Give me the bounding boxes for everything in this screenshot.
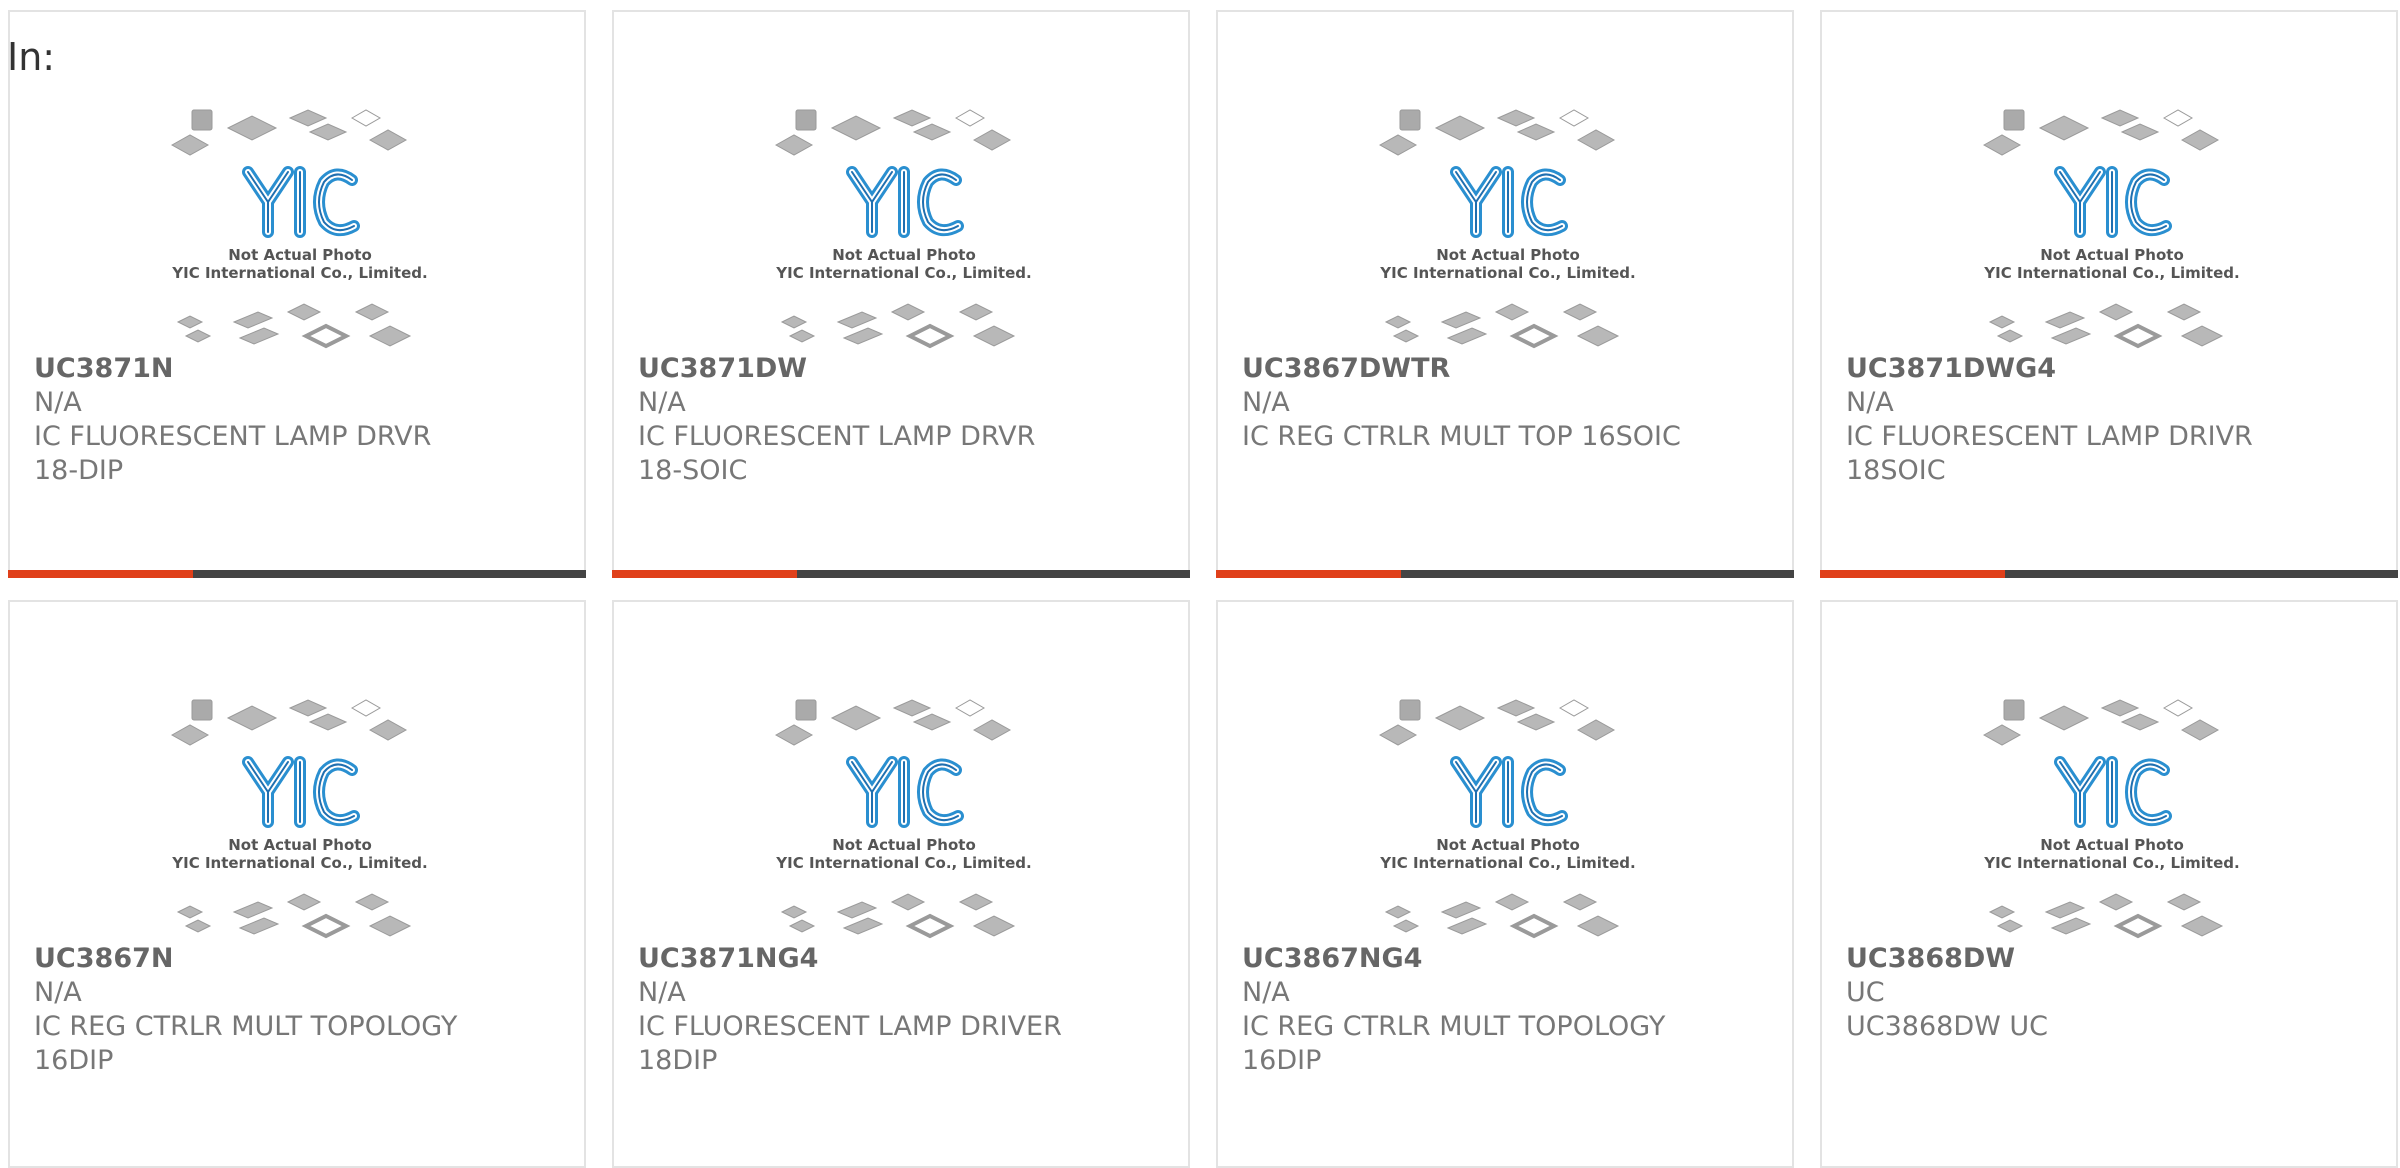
caption-company: YIC International Co., Limited. [775,854,1031,872]
placeholder-chip-illustration: Not Actual Photo YIC International Co., … [1982,699,2240,939]
product-description: IC REG CTRLR MULT TOPOLOGY 16DIP [1242,1011,1666,1076]
product-description: IC FLUORESCENT LAMP DRIVR 18SOIC [1846,421,2253,486]
manufacturer: N/A [638,387,686,418]
product-placeholder-image: Not Actual Photo YIC International Co., … [764,100,1044,360]
caption-company: YIC International Co., Limited. [775,264,1031,282]
placeholder-chip-illustration: Not Actual Photo YIC International Co., … [170,109,428,349]
caption-company: YIC International Co., Limited. [171,264,427,282]
progress-bar [1820,570,2398,578]
part-number[interactable]: UC3868DW [1846,942,2386,976]
caption-not-actual-photo: Not Actual Photo [832,836,976,854]
product-card[interactable]: Not Actual Photo YIC International Co., … [8,10,586,578]
part-number[interactable]: UC3871DWG4 [1846,352,2386,386]
product-card[interactable]: Not Actual Photo YIC International Co., … [1216,600,1794,1168]
part-number[interactable]: UC3871NG4 [638,942,1178,976]
progress-bar [8,570,586,578]
placeholder-chip-illustration: Not Actual Photo YIC International Co., … [1982,109,2240,349]
progress-fill [612,570,797,578]
part-number[interactable]: UC3871N [34,352,574,386]
placeholder-chip-illustration: Not Actual Photo YIC International Co., … [1378,109,1636,349]
product-card[interactable]: Not Actual Photo YIC International Co., … [612,600,1190,1168]
part-number[interactable]: UC3867NG4 [1242,942,1782,976]
product-placeholder-image: Not Actual Photo YIC International Co., … [160,100,440,360]
product-description: IC FLUORESCENT LAMP DRVR 18-DIP [34,421,432,486]
manufacturer: N/A [34,387,82,418]
product-card[interactable]: Not Actual Photo YIC International Co., … [8,600,586,1168]
placeholder-chip-illustration: Not Actual Photo YIC International Co., … [170,699,428,939]
product-placeholder-image: Not Actual Photo YIC International Co., … [1972,100,2252,360]
progress-fill [8,570,193,578]
part-number[interactable]: UC3871DW [638,352,1178,386]
manufacturer: UC [1846,977,1885,1008]
caption-not-actual-photo: Not Actual Photo [228,246,372,264]
product-card[interactable]: Not Actual Photo YIC International Co., … [612,10,1190,578]
caption-company: YIC International Co., Limited. [1983,264,2239,282]
caption-not-actual-photo: Not Actual Photo [228,836,372,854]
product-description: IC REG CTRLR MULT TOPOLOGY 16DIP [34,1011,458,1076]
caption-not-actual-photo: Not Actual Photo [1436,836,1580,854]
placeholder-chip-illustration: Not Actual Photo YIC International Co., … [1378,699,1636,939]
page-label: In: [7,35,56,79]
caption-not-actual-photo: Not Actual Photo [2040,246,2184,264]
caption-not-actual-photo: Not Actual Photo [1436,246,1580,264]
manufacturer: N/A [1242,977,1290,1008]
product-placeholder-image: Not Actual Photo YIC International Co., … [1368,100,1648,360]
product-description: IC FLUORESCENT LAMP DRVR 18-SOIC [638,421,1036,486]
manufacturer: N/A [34,977,82,1008]
product-description: IC REG CTRLR MULT TOP 16SOIC [1242,421,1681,452]
product-description: IC FLUORESCENT LAMP DRIVER 18DIP [638,1011,1062,1076]
caption-company: YIC International Co., Limited. [1379,264,1635,282]
manufacturer: N/A [1242,387,1290,418]
part-number[interactable]: UC3867N [34,942,574,976]
progress-bar [1216,570,1794,578]
placeholder-chip-illustration: Not Actual Photo YIC International Co., … [774,109,1032,349]
caption-company: YIC International Co., Limited. [1983,854,2239,872]
product-placeholder-image: Not Actual Photo YIC International Co., … [764,690,1044,950]
caption-not-actual-photo: Not Actual Photo [832,246,976,264]
part-number[interactable]: UC3867DWTR [1242,352,1782,386]
product-description: UC3868DW UC [1846,1011,2049,1042]
caption-company: YIC International Co., Limited. [171,854,427,872]
product-card[interactable]: Not Actual Photo YIC International Co., … [1216,10,1794,578]
progress-fill [1820,570,2005,578]
product-card[interactable]: Not Actual Photo YIC International Co., … [1820,600,2398,1168]
product-placeholder-image: Not Actual Photo YIC International Co., … [1972,690,2252,950]
progress-bar [612,570,1190,578]
product-placeholder-image: Not Actual Photo YIC International Co., … [1368,690,1648,950]
caption-not-actual-photo: Not Actual Photo [2040,836,2184,854]
product-grid: Not Actual Photo YIC International Co., … [8,10,2398,1168]
caption-company: YIC International Co., Limited. [1379,854,1635,872]
product-card[interactable]: Not Actual Photo YIC International Co., … [1820,10,2398,578]
progress-fill [1216,570,1401,578]
manufacturer: N/A [638,977,686,1008]
product-placeholder-image: Not Actual Photo YIC International Co., … [160,690,440,950]
placeholder-chip-illustration: Not Actual Photo YIC International Co., … [774,699,1032,939]
manufacturer: N/A [1846,387,1894,418]
